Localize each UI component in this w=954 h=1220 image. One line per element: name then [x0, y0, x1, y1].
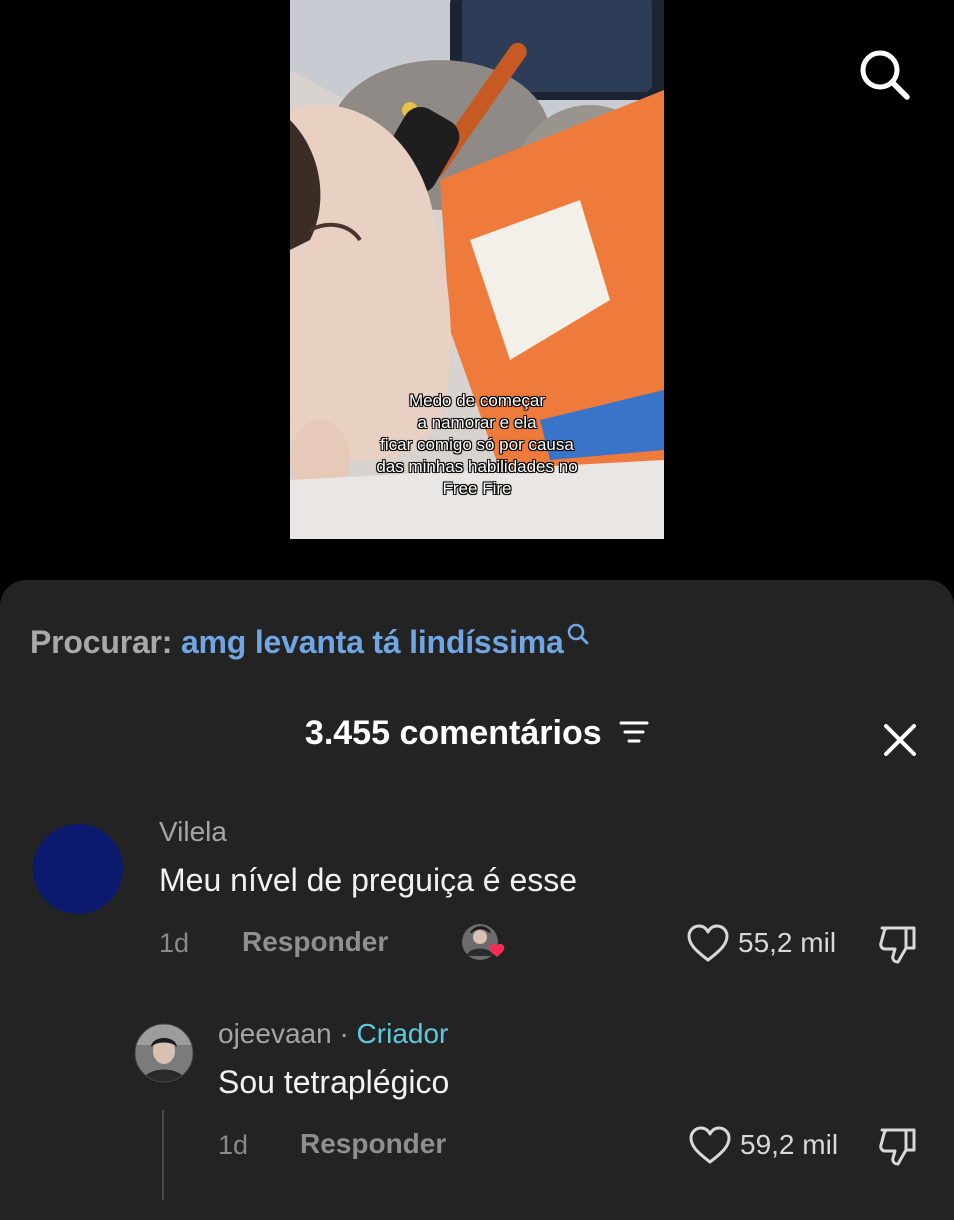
heart-icon: [689, 1126, 731, 1164]
search-suggestion[interactable]: Procurar: amg levanta tá lindíssima: [30, 623, 590, 661]
like-button[interactable]: [688, 1126, 732, 1166]
thread-line: [162, 1110, 164, 1200]
like-count: 59,2 mil: [740, 1129, 839, 1160]
caption-line: Free Fire: [442, 479, 512, 498]
reply-text: Sou tetraplégico: [218, 1064, 450, 1100]
creator-avatar: [134, 1023, 194, 1083]
comment-username[interactable]: Vilela: [159, 816, 227, 848]
thumbs-down-icon: [879, 926, 916, 964]
video-caption: Medo de começar a namorar e ela ficar co…: [290, 390, 664, 500]
search-icon: [860, 50, 910, 100]
reply-button[interactable]: Responder: [242, 926, 388, 958]
dislike-button[interactable]: [876, 922, 920, 966]
reply-button[interactable]: Responder: [300, 1128, 446, 1160]
avatar[interactable]: [33, 824, 123, 914]
comment-text: Meu nível de preguiça é esse: [159, 862, 578, 898]
comments-sheet: Procurar: amg levanta tá lindíssima 3.45…: [0, 580, 954, 1220]
caption-line: a namorar e ela: [417, 413, 537, 432]
creator-avatar-heart-icon: [462, 924, 505, 960]
caption-line: das minhas habilidades no: [376, 457, 578, 476]
heart-icon: [687, 924, 729, 962]
creator-liked-badge: [460, 920, 510, 964]
close-icon: [884, 724, 916, 756]
reply-username[interactable]: ojeevaan: [218, 1018, 332, 1049]
reply-time: 1d: [218, 1130, 249, 1160]
like-button[interactable]: [686, 924, 730, 964]
caption-line: Medo de começar: [408, 391, 546, 410]
separator: ·: [339, 1018, 349, 1049]
search-icon: [567, 623, 589, 645]
video-thumbnail: Medo de começar a namorar e ela ficar co…: [290, 0, 664, 539]
search-suggestion-prefix: Procurar:: [30, 624, 173, 660]
search-button[interactable]: [856, 46, 912, 102]
comment-time: 1d: [159, 928, 190, 958]
video-player[interactable]: Medo de começar a namorar e ela ficar co…: [0, 0, 954, 580]
filter-icon[interactable]: [619, 719, 649, 745]
dislike-button[interactable]: [876, 1124, 920, 1168]
close-button[interactable]: [878, 718, 922, 762]
search-suggestion-query[interactable]: amg levanta tá lindíssima: [181, 624, 564, 660]
like-count: 55,2 mil: [738, 927, 837, 958]
caption-line: ficar comigo só por causa: [380, 435, 574, 454]
comments-header: 3.455 comentários: [0, 714, 954, 753]
avatar[interactable]: [134, 1023, 194, 1083]
comment-count: 3.455 comentários: [304, 714, 602, 752]
creator-badge: Criador: [356, 1018, 449, 1049]
thumbs-down-icon: [879, 1128, 916, 1166]
reply-username-line: ojeevaan · Criador: [218, 1018, 448, 1050]
